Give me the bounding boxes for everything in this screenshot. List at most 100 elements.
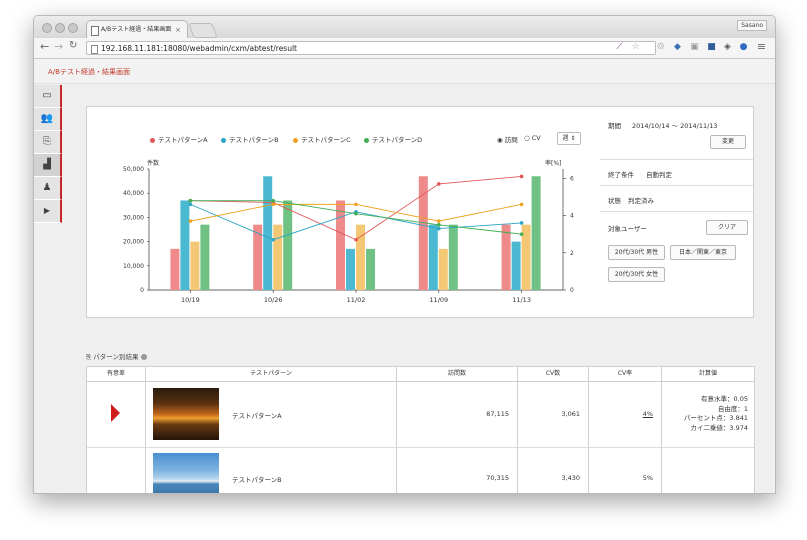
- significant-arrow-icon: [111, 404, 120, 422]
- x-tick-label: 11/02: [347, 296, 366, 304]
- pattern-cell: テストパターンB: [146, 448, 397, 493]
- minimize-window-button[interactable]: [55, 23, 65, 33]
- rate-point: [519, 174, 524, 179]
- browser-window: A/Bテスト経過・結果画面 × Sasano ← → ↻ 192.168.11.…: [33, 15, 776, 494]
- page-title: A/Bテスト経過・結果画面: [48, 68, 130, 76]
- calc-cell: 有意水準：0.05 自由度：1 パーセント点：3.841 カイ二乗値：3.974: [662, 382, 754, 448]
- bar: [511, 241, 521, 290]
- rate-point: [271, 198, 275, 203]
- rate-point: [354, 202, 358, 207]
- calc-cell: [662, 448, 754, 493]
- nav-expand-icon[interactable]: ▶: [34, 200, 62, 223]
- table-row[interactable]: [87, 448, 146, 493]
- x-tick-label: 11/09: [429, 296, 448, 304]
- rate-point: [188, 198, 193, 203]
- tab-title: A/Bテスト経過・結果画面: [101, 26, 172, 33]
- rate-point: [437, 219, 441, 223]
- results-section-title: ⎘ パターン別結果: [86, 351, 147, 362]
- end-condition-row: 終了条件 自動判定: [600, 160, 753, 186]
- right-axis-label: 率[%]: [545, 159, 561, 167]
- bar: [263, 176, 273, 290]
- y2-tick-label: 2: [570, 250, 574, 257]
- new-tab-button[interactable]: [188, 23, 218, 38]
- page-favicon-icon: [91, 26, 99, 36]
- nav-document-icon[interactable]: ⎘: [34, 131, 62, 154]
- cv-rate-link[interactable]: 4%: [589, 382, 662, 448]
- bar: [170, 248, 180, 290]
- results-table: 有意差 テストパターン 訪問数 CV数 CV率 計算値 テストパターンA 87,…: [86, 366, 755, 493]
- bookmarklet-icon[interactable]: ⟋: [614, 41, 625, 53]
- extension-shield-icon[interactable]: ◈: [722, 41, 733, 53]
- x-tick-label: 11/13: [512, 296, 531, 304]
- help-icon[interactable]: [140, 354, 147, 360]
- reload-icon[interactable]: ↻: [69, 40, 77, 51]
- nav-user-icon[interactable]: ♟: [34, 177, 62, 200]
- profile-name[interactable]: Sasano: [737, 20, 767, 31]
- nav-id-card-icon[interactable]: ▭: [34, 85, 62, 108]
- y-tick-label: 10,000: [123, 263, 144, 270]
- cv-cell: 3,430: [518, 448, 589, 493]
- target-users-section: 対象ユーザー クリア 20代/30代 男性 日本／関東／東京 20代/30代 女…: [600, 212, 753, 317]
- change-period-button[interactable]: 変更: [710, 135, 746, 149]
- column-header[interactable]: CV数: [518, 367, 589, 382]
- recycle-icon[interactable]: ♲: [655, 41, 666, 53]
- clear-button[interactable]: クリア: [706, 220, 748, 235]
- rate-point: [354, 211, 358, 216]
- segment-chip[interactable]: 20代/30代 男性: [608, 245, 665, 260]
- bar: [438, 248, 448, 290]
- page-icon: [91, 45, 98, 54]
- column-header[interactable]: 有意差: [87, 367, 146, 382]
- extension-blue-icon[interactable]: ■: [706, 41, 717, 53]
- table-row[interactable]: [87, 382, 146, 448]
- tab-close-button[interactable]: ×: [175, 21, 181, 39]
- cv-rate-cell: 5%: [589, 448, 662, 493]
- bar: [273, 224, 283, 290]
- forward-arrow-icon[interactable]: →: [54, 40, 63, 53]
- end-condition-label: 終了条件: [608, 171, 634, 179]
- rate-point: [437, 223, 441, 227]
- column-header[interactable]: CV率: [589, 367, 662, 382]
- period-value: 2014/10/14 ～ 2014/11/13: [632, 122, 718, 130]
- close-window-button[interactable]: [42, 23, 52, 33]
- pattern-name: テストパターンB: [232, 476, 282, 484]
- cv-cell: 3,061: [518, 382, 589, 448]
- column-header[interactable]: テストパターン: [146, 367, 397, 382]
- column-header[interactable]: 計算値: [662, 367, 754, 382]
- bar: [501, 224, 511, 290]
- left-nav: ▭ 👥 ⎘ ▟ ♟ ▶: [34, 85, 62, 245]
- y2-tick-label: 0: [570, 287, 574, 294]
- column-header[interactable]: 訪問数: [397, 367, 518, 382]
- browser-tab[interactable]: A/Bテスト経過・結果画面 ×: [86, 20, 188, 38]
- zoom-window-button[interactable]: [68, 23, 78, 33]
- y-tick-label: 40,000: [123, 190, 144, 197]
- nav-chart-icon[interactable]: ▟: [34, 154, 62, 177]
- rate-point: [188, 219, 193, 223]
- extension-badge-icon[interactable]: ●: [738, 41, 749, 53]
- rate-point: [271, 237, 275, 242]
- star-icon[interactable]: ☆: [630, 41, 641, 53]
- combo-chart: 件数 率[%] 50,000 40,000 30,000 20,000 10,000 0 6 4 2…: [123, 159, 574, 304]
- segment-chip[interactable]: 20代/30代 女性: [608, 267, 665, 282]
- rate-point: [354, 237, 358, 242]
- bar: [190, 241, 200, 290]
- period-label: 期間: [608, 122, 621, 130]
- x-tick-label: 10/26: [264, 296, 283, 304]
- rate-point: [519, 202, 524, 207]
- address-bar[interactable]: 192.168.11.181:18080/webadmin/cxm/abtest…: [86, 41, 656, 55]
- app-header: A/Bテスト経過・結果画面: [34, 59, 775, 84]
- bar: [346, 248, 355, 290]
- calc-line: カイ二乗値：3.974: [690, 423, 748, 432]
- back-arrow-icon[interactable]: ←: [40, 40, 49, 53]
- bar: [448, 224, 458, 290]
- sunset-image: [153, 388, 219, 440]
- extension-bird-icon[interactable]: ◆: [672, 41, 683, 53]
- segment-chip[interactable]: 日本／関東／東京: [670, 245, 736, 260]
- info-panel: 期間 2014/10/14 ～ 2014/11/13 変更 終了条件 自動判定 …: [600, 106, 754, 318]
- rate-point: [519, 232, 524, 236]
- period-row: 期間 2014/10/14 ～ 2014/11/13 変更: [600, 107, 753, 160]
- rate-point: [437, 226, 441, 231]
- menu-icon[interactable]: ≡: [756, 41, 767, 53]
- extension-grey-icon[interactable]: ▣: [689, 41, 700, 53]
- nav-users-icon[interactable]: 👥: [34, 108, 62, 131]
- calc-line: 自由度：1: [717, 404, 748, 413]
